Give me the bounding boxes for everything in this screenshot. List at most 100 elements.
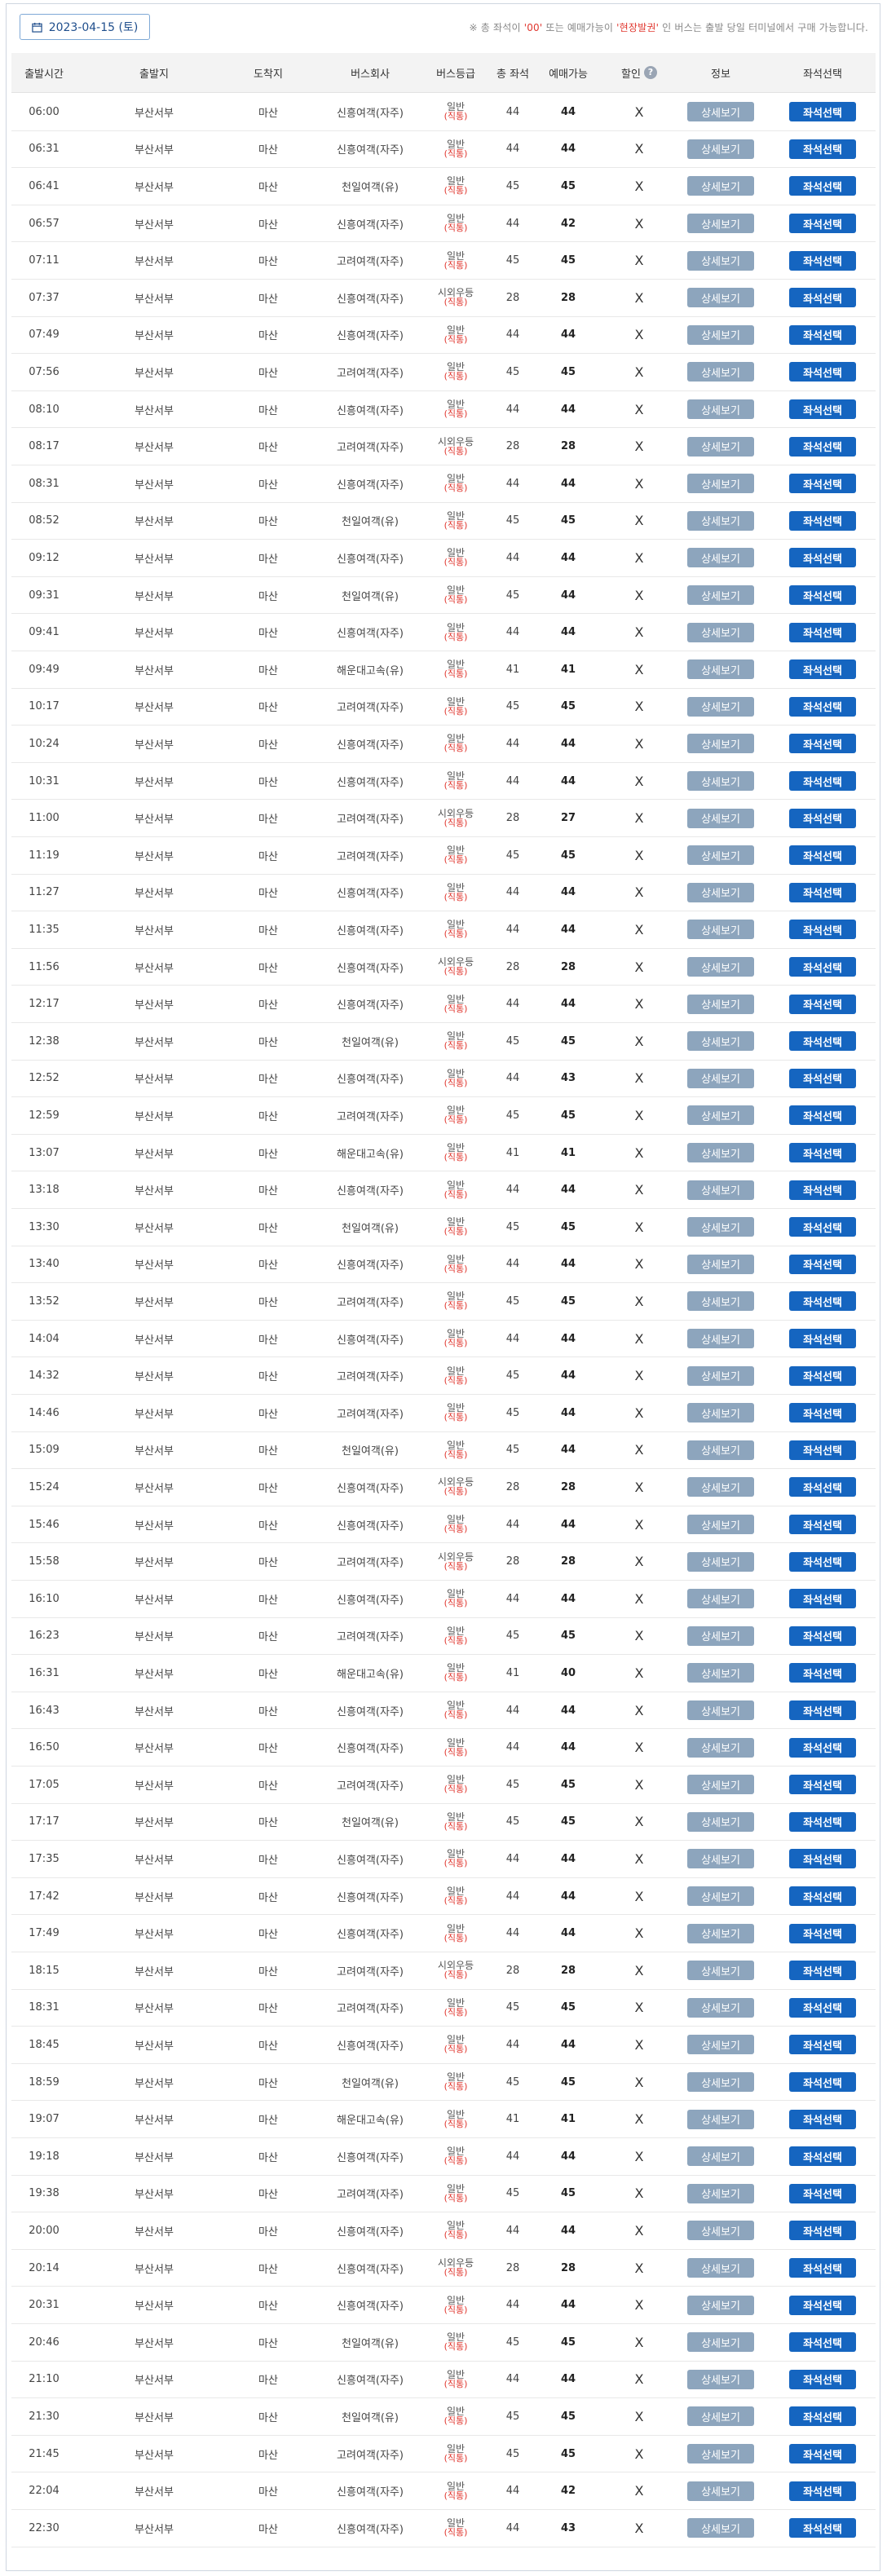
seat-select-button[interactable]: 좌석선택 (789, 1329, 856, 1349)
detail-button[interactable]: 상세보기 (687, 1217, 754, 1237)
detail-button[interactable]: 상세보기 (687, 510, 754, 531)
seat-select-button[interactable]: 좌석선택 (789, 2072, 856, 2093)
detail-button[interactable]: 상세보기 (687, 2481, 754, 2501)
detail-button[interactable]: 상세보기 (687, 548, 754, 568)
seat-select-button[interactable]: 좌석선택 (789, 1700, 856, 1721)
seat-select-button[interactable]: 좌석선택 (789, 1403, 856, 1423)
detail-button[interactable]: 상세보기 (687, 1849, 754, 1869)
seat-select-button[interactable]: 좌석선택 (789, 585, 856, 606)
help-icon[interactable]: ? (643, 66, 657, 79)
detail-button[interactable]: 상세보기 (687, 1997, 754, 2018)
seat-select-button[interactable]: 좌석선택 (789, 1551, 856, 1572)
detail-button[interactable]: 상세보기 (687, 2072, 754, 2093)
seat-select-button[interactable]: 좌석선택 (789, 1775, 856, 1795)
seat-select-button[interactable]: 좌석선택 (789, 1589, 856, 1609)
detail-button[interactable]: 상세보기 (687, 1700, 754, 1721)
detail-button[interactable]: 상세보기 (687, 1365, 754, 1386)
detail-button[interactable]: 상세보기 (687, 1625, 754, 1646)
detail-button[interactable]: 상세보기 (687, 1961, 754, 1981)
seat-select-button[interactable]: 좌석선택 (789, 399, 856, 420)
detail-button[interactable]: 상세보기 (687, 1663, 754, 1683)
seat-select-button[interactable]: 좌석선택 (789, 771, 856, 792)
detail-button[interactable]: 상세보기 (687, 1515, 754, 1535)
seat-select-button[interactable]: 좌석선택 (789, 2146, 856, 2167)
seat-select-button[interactable]: 좌석선택 (789, 1477, 856, 1498)
seat-select-button[interactable]: 좌석선택 (789, 1440, 856, 1460)
detail-button[interactable]: 상세보기 (687, 1180, 754, 1200)
seat-select-button[interactable]: 좌석선택 (789, 1180, 856, 1200)
detail-button[interactable]: 상세보기 (687, 622, 754, 642)
seat-select-button[interactable]: 좌석선택 (789, 1961, 856, 1981)
seat-select-button[interactable]: 좌석선택 (789, 474, 856, 494)
seat-select-button[interactable]: 좌석선택 (789, 696, 856, 717)
seat-select-button[interactable]: 좌석선택 (789, 1811, 856, 1832)
detail-button[interactable]: 상세보기 (687, 2295, 754, 2315)
detail-button[interactable]: 상세보기 (687, 659, 754, 680)
seat-select-button[interactable]: 좌석선택 (789, 1105, 856, 1126)
seat-select-button[interactable]: 좌석선택 (789, 436, 856, 457)
detail-button[interactable]: 상세보기 (687, 1068, 754, 1088)
seat-select-button[interactable]: 좌석선택 (789, 2444, 856, 2464)
seat-select-button[interactable]: 좌석선택 (789, 176, 856, 196)
seat-select-button[interactable]: 좌석선택 (789, 1254, 856, 1274)
seat-select-button[interactable]: 좌석선택 (789, 2258, 856, 2278)
detail-button[interactable]: 상세보기 (687, 1886, 754, 1907)
detail-button[interactable]: 상세보기 (687, 474, 754, 494)
detail-button[interactable]: 상세보기 (687, 1291, 754, 1312)
seat-select-button[interactable]: 좌석선택 (789, 845, 856, 866)
seat-select-button[interactable]: 좌석선택 (789, 1663, 856, 1683)
seat-select-button[interactable]: 좌석선택 (789, 1143, 856, 1163)
seat-select-button[interactable]: 좌석선택 (789, 808, 856, 828)
seat-select-button[interactable]: 좌석선택 (789, 2518, 856, 2539)
seat-select-button[interactable]: 좌석선택 (789, 1737, 856, 1758)
detail-button[interactable]: 상세보기 (687, 2258, 754, 2278)
seat-select-button[interactable]: 좌석선택 (789, 994, 856, 1014)
detail-button[interactable]: 상세보기 (687, 1923, 754, 1943)
seat-select-button[interactable]: 좌석선택 (789, 1365, 856, 1386)
seat-select-button[interactable]: 좌석선택 (789, 1625, 856, 1646)
seat-select-button[interactable]: 좌석선택 (789, 214, 856, 234)
seat-select-button[interactable]: 좌석선택 (789, 2369, 856, 2389)
detail-button[interactable]: 상세보기 (687, 214, 754, 234)
detail-button[interactable]: 상세보기 (687, 2183, 754, 2203)
detail-button[interactable]: 상세보기 (687, 2332, 754, 2353)
detail-button[interactable]: 상세보기 (687, 250, 754, 271)
seat-select-button[interactable]: 좌석선택 (789, 1886, 856, 1907)
seat-select-button[interactable]: 좌석선택 (789, 139, 856, 159)
detail-button[interactable]: 상세보기 (687, 1811, 754, 1832)
detail-button[interactable]: 상세보기 (687, 734, 754, 754)
detail-button[interactable]: 상세보기 (687, 362, 754, 382)
detail-button[interactable]: 상세보기 (687, 1440, 754, 1460)
seat-select-button[interactable]: 좌석선택 (789, 882, 856, 902)
seat-select-button[interactable]: 좌석선택 (789, 1291, 856, 1312)
detail-button[interactable]: 상세보기 (687, 771, 754, 792)
seat-select-button[interactable]: 좌석선택 (789, 2109, 856, 2129)
seat-select-button[interactable]: 좌석선택 (789, 1515, 856, 1535)
detail-button[interactable]: 상세보기 (687, 1551, 754, 1572)
detail-button[interactable]: 상세보기 (687, 2146, 754, 2167)
seat-select-button[interactable]: 좌석선택 (789, 2295, 856, 2315)
detail-button[interactable]: 상세보기 (687, 920, 754, 940)
seat-select-button[interactable]: 좌석선택 (789, 2406, 856, 2427)
detail-button[interactable]: 상세보기 (687, 994, 754, 1014)
detail-button[interactable]: 상세보기 (687, 1254, 754, 1274)
detail-button[interactable]: 상세보기 (687, 288, 754, 308)
seat-select-button[interactable]: 좌석선택 (789, 2481, 856, 2501)
detail-button[interactable]: 상세보기 (687, 1031, 754, 1052)
detail-button[interactable]: 상세보기 (687, 808, 754, 828)
detail-button[interactable]: 상세보기 (687, 176, 754, 196)
detail-button[interactable]: 상세보기 (687, 2406, 754, 2427)
seat-select-button[interactable]: 좌석선택 (789, 1217, 856, 1237)
seat-select-button[interactable]: 좌석선택 (789, 1923, 856, 1943)
detail-button[interactable]: 상세보기 (687, 2369, 754, 2389)
seat-select-button[interactable]: 좌석선택 (789, 622, 856, 642)
detail-button[interactable]: 상세보기 (687, 1589, 754, 1609)
detail-button[interactable]: 상세보기 (687, 696, 754, 717)
seat-select-button[interactable]: 좌석선택 (789, 2221, 856, 2241)
detail-button[interactable]: 상세보기 (687, 1403, 754, 1423)
seat-select-button[interactable]: 좌석선택 (789, 288, 856, 308)
seat-select-button[interactable]: 좌석선택 (789, 102, 856, 122)
detail-button[interactable]: 상세보기 (687, 324, 754, 345)
seat-select-button[interactable]: 좌석선택 (789, 957, 856, 977)
detail-button[interactable]: 상세보기 (687, 957, 754, 977)
